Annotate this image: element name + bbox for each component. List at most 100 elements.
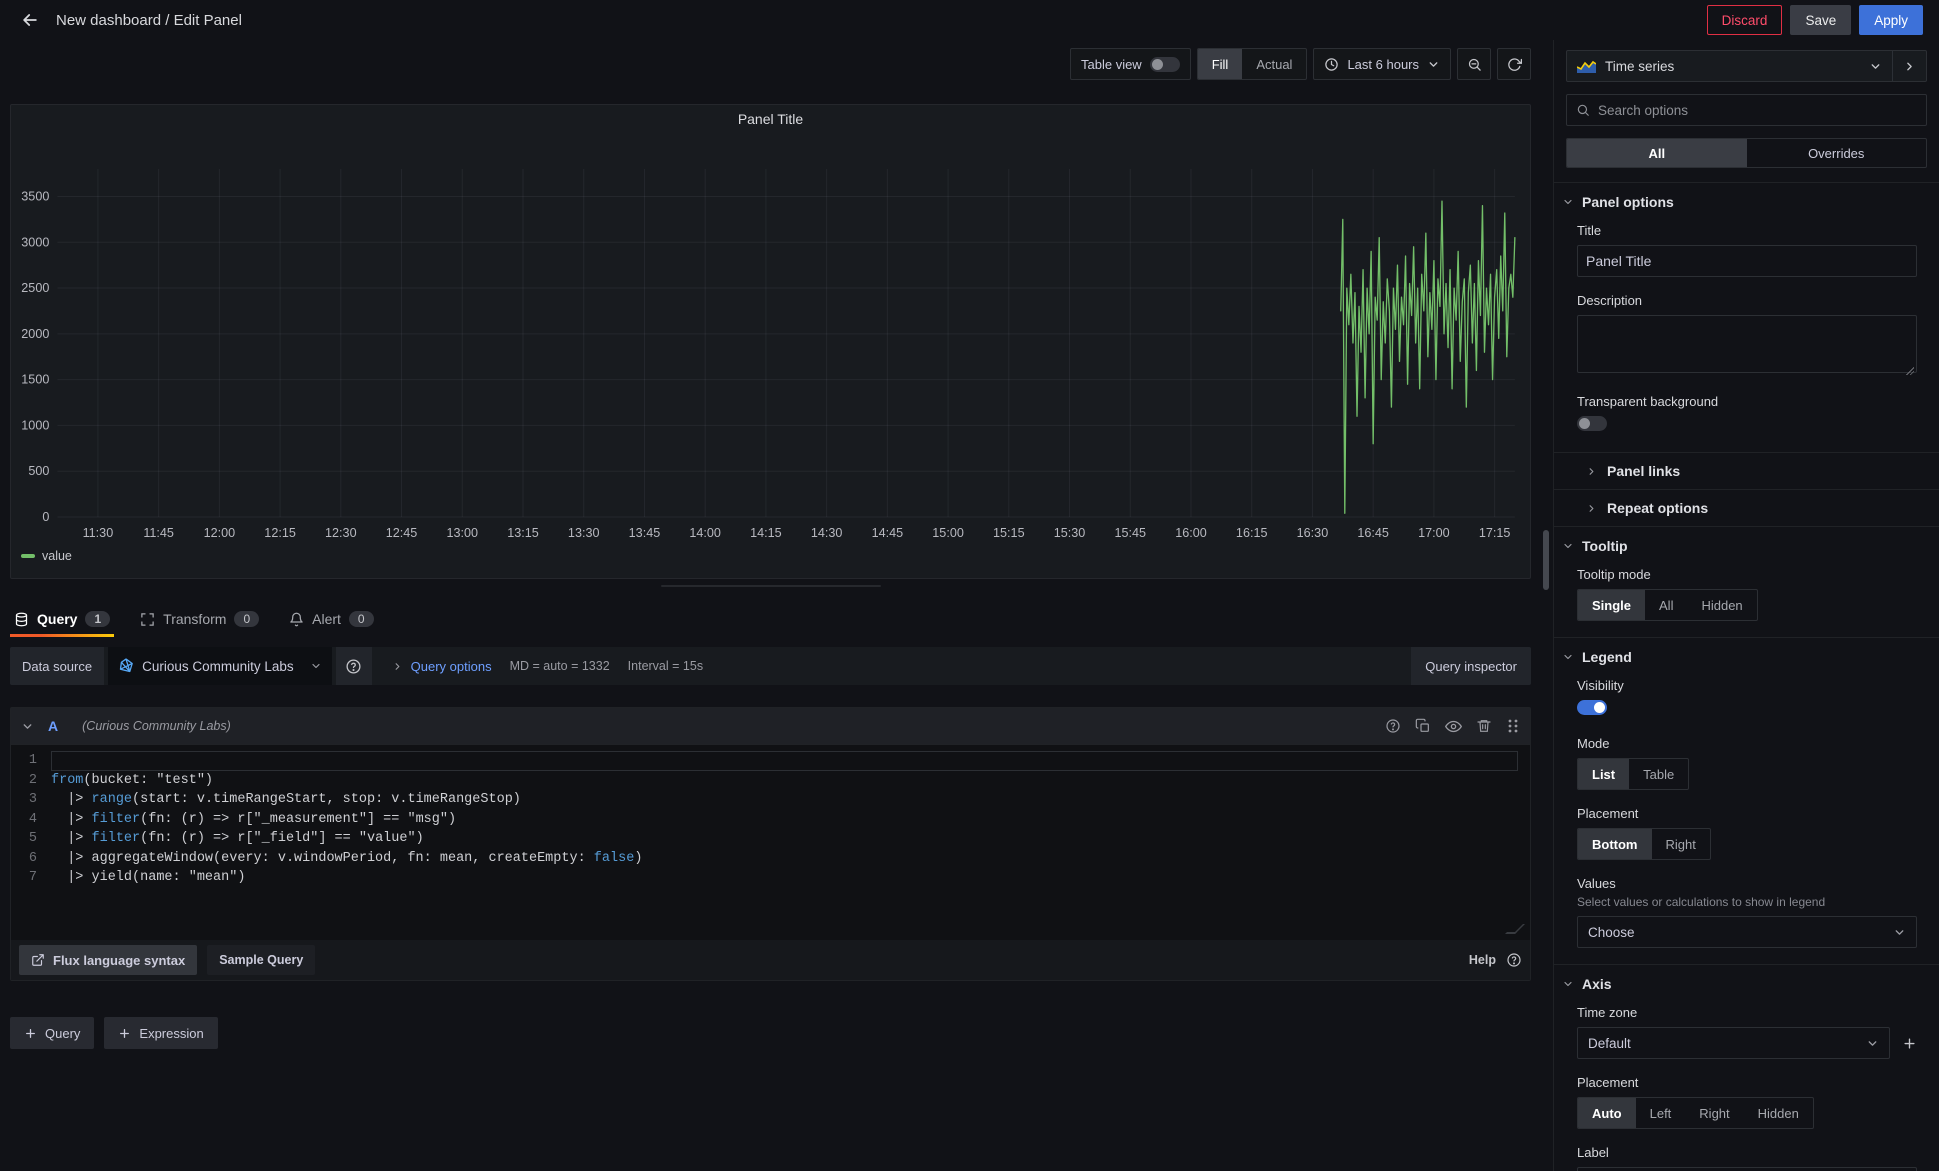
tooltip-mode-group: SingleAllHidden	[1577, 589, 1758, 621]
section-tooltip[interactable]: Tooltip	[1554, 527, 1939, 565]
legend-values-select[interactable]: Choose	[1577, 916, 1917, 948]
delete-query-icon[interactable]	[1476, 718, 1492, 734]
tab-transform[interactable]: Transform 0	[136, 601, 263, 637]
option-bottom[interactable]: Bottom	[1578, 829, 1652, 859]
add-query-button[interactable]: Query	[10, 1017, 94, 1049]
option-single[interactable]: Single	[1578, 590, 1645, 620]
collapse-pane-button[interactable]	[1892, 51, 1926, 81]
back-arrow-icon[interactable]	[16, 6, 44, 34]
chevron-down-icon[interactable]	[21, 720, 34, 733]
transparent-bg-toggle[interactable]	[1577, 416, 1607, 431]
help-circle-icon	[1506, 952, 1522, 968]
refresh-button[interactable]	[1497, 48, 1531, 80]
duplicate-query-icon[interactable]	[1415, 718, 1431, 734]
add-expression-button[interactable]: Expression	[104, 1017, 217, 1049]
axis-placement-label: Placement	[1577, 1075, 1917, 1090]
svg-text:12:15: 12:15	[264, 526, 296, 540]
panel-toolbar: Table view FillActual Last 6 hours	[10, 48, 1531, 80]
section-panel-options[interactable]: Panel options	[1554, 183, 1939, 221]
options-search[interactable]	[1566, 94, 1927, 126]
option-auto[interactable]: Auto	[1578, 1098, 1636, 1128]
chevron-down-icon	[1427, 58, 1440, 71]
query-header-actions	[1385, 718, 1520, 735]
legend-series-label[interactable]: value	[42, 549, 72, 563]
drag-handle-icon[interactable]	[1506, 718, 1520, 734]
query-help-icon[interactable]	[1385, 718, 1401, 734]
section-legend[interactable]: Legend	[1554, 638, 1939, 676]
tab-alert[interactable]: Alert 0	[285, 601, 377, 637]
option-fill[interactable]: Fill	[1198, 49, 1243, 79]
sample-query-button[interactable]: Sample Query	[207, 945, 315, 975]
table-view-toggle[interactable]	[1150, 57, 1180, 72]
section-title: Axis	[1582, 976, 1612, 992]
section-axis[interactable]: Axis	[1554, 965, 1939, 1003]
chart-legend: value	[11, 545, 1530, 567]
option-hidden[interactable]: Hidden	[1744, 1098, 1813, 1128]
chevron-down-icon	[1866, 1037, 1879, 1050]
axis-label-input[interactable]	[1577, 1167, 1917, 1171]
query-editor-footer: Flux language syntax Sample Query Help	[11, 940, 1530, 980]
panel-title-input[interactable]	[1577, 245, 1917, 277]
tab-query[interactable]: Query 1	[10, 601, 114, 637]
alert-count-badge: 0	[349, 611, 374, 627]
query-options-label: Query options	[411, 659, 492, 674]
option-right[interactable]: Right	[1652, 829, 1710, 859]
time-series-chart[interactable]: 050010001500200025003000350011:3011:4512…	[11, 133, 1530, 545]
query-options-toggle[interactable]: Query options	[392, 659, 492, 674]
chevron-down-icon	[1562, 540, 1574, 552]
hide-query-icon[interactable]	[1445, 718, 1462, 735]
datasource-help-button[interactable]	[336, 647, 372, 685]
time-range-picker[interactable]: Last 6 hours	[1313, 48, 1451, 80]
flux-code-editor[interactable]: 1 2from(bucket: "test")3 |> range(start:…	[11, 744, 1530, 940]
option-hidden[interactable]: Hidden	[1687, 590, 1756, 620]
datasource-picker[interactable]: Curious Community Labs	[108, 647, 332, 685]
svg-text:17:15: 17:15	[1479, 526, 1511, 540]
svg-text:13:15: 13:15	[507, 526, 539, 540]
panel-preview: Panel Title 0500100015002000250030003500…	[10, 104, 1531, 579]
save-button[interactable]: Save	[1790, 5, 1851, 35]
query-count-badge: 1	[85, 611, 110, 627]
svg-text:16:30: 16:30	[1297, 526, 1329, 540]
option-table[interactable]: Table	[1629, 759, 1688, 789]
chevron-down-icon	[1893, 926, 1906, 939]
svg-text:2000: 2000	[21, 327, 49, 341]
textarea-resize-grip[interactable]	[1906, 367, 1914, 375]
legend-visibility-toggle[interactable]	[1577, 700, 1607, 715]
svg-text:14:30: 14:30	[811, 526, 843, 540]
section-repeat-options[interactable]: Repeat options	[1554, 489, 1939, 526]
discard-button[interactable]: Discard	[1707, 5, 1783, 35]
option-list[interactable]: List	[1578, 759, 1629, 789]
option-actual[interactable]: Actual	[1242, 49, 1306, 79]
pane-splitter[interactable]	[10, 579, 1531, 593]
options-search-input[interactable]	[1598, 103, 1917, 118]
option-overrides[interactable]: Overrides	[1747, 139, 1927, 167]
query-ref-id[interactable]: A	[48, 718, 58, 734]
scrollbar-thumb[interactable]	[1543, 530, 1549, 590]
timezone-select[interactable]: Default	[1577, 1027, 1890, 1059]
option-all[interactable]: All	[1567, 139, 1747, 167]
legend-placement-group: BottomRight	[1577, 828, 1711, 860]
table-view-control[interactable]: Table view	[1070, 48, 1191, 80]
option-all[interactable]: All	[1645, 590, 1687, 620]
zoom-out-button[interactable]	[1457, 48, 1491, 80]
editor-resize-grip[interactable]	[1505, 924, 1525, 934]
description-textarea[interactable]	[1577, 315, 1917, 373]
svg-text:14:00: 14:00	[689, 526, 721, 540]
panel-title[interactable]: Panel Title	[11, 105, 1530, 133]
add-timezone-button[interactable]	[1902, 1036, 1917, 1051]
flux-syntax-button[interactable]: Flux language syntax	[19, 945, 197, 975]
legend-series-color	[21, 554, 35, 558]
search-icon	[1576, 103, 1590, 117]
visualization-picker[interactable]: Time series	[1567, 51, 1892, 81]
svg-text:15:45: 15:45	[1114, 526, 1146, 540]
svg-text:11:45: 11:45	[143, 526, 174, 540]
option-right[interactable]: Right	[1685, 1098, 1743, 1128]
plus-icon	[24, 1027, 37, 1040]
plus-icon	[118, 1027, 131, 1040]
editor-help[interactable]: Help	[1469, 952, 1522, 968]
option-left[interactable]: Left	[1636, 1098, 1686, 1128]
section-panel-links[interactable]: Panel links	[1554, 452, 1939, 489]
apply-button[interactable]: Apply	[1859, 5, 1923, 35]
query-inspector-button[interactable]: Query inspector	[1411, 647, 1531, 685]
legend-mode-label: Mode	[1577, 736, 1917, 751]
